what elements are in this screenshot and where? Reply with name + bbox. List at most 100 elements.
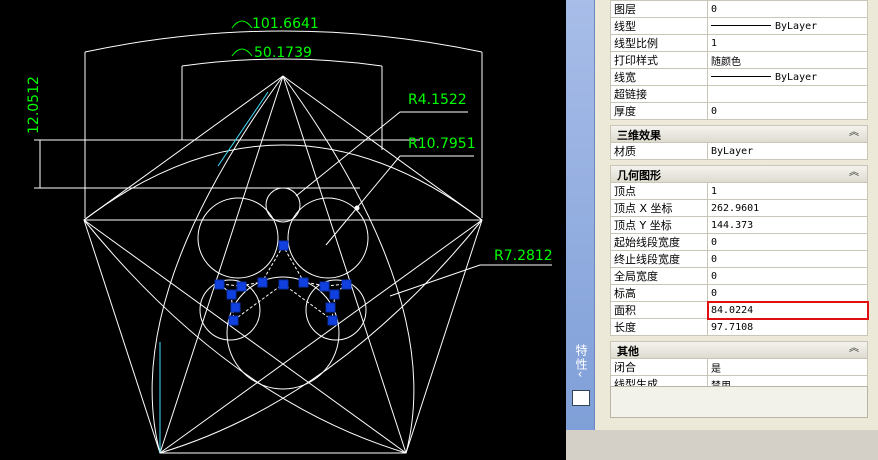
- property-value[interactable]: 随颜色: [707, 51, 868, 69]
- general-properties-table: 图层 0 线型 ByLayer 线型比例 1 打印样式 随颜色 线宽 ByLayer 超链接 厚度 0: [610, 0, 868, 120]
- property-row[interactable]: 长度 97.7108: [610, 318, 868, 336]
- grip: [325, 302, 336, 313]
- property-key: 标高: [610, 284, 708, 302]
- dim-text-r-medium: R7.2812: [494, 248, 553, 264]
- outer-pentagon: [83, 75, 483, 454]
- arc-curve: [282, 75, 415, 454]
- section-header-3d[interactable]: 三维效果 ︽: [610, 125, 868, 142]
- grip: [236, 281, 247, 292]
- property-value[interactable]: 0: [707, 102, 868, 120]
- collapse-chevron-icon[interactable]: ︽: [847, 166, 861, 180]
- dim-text-r-small: R4.1522: [408, 92, 467, 108]
- property-key: 厚度: [610, 102, 708, 120]
- section-header-misc[interactable]: 其他 ︽: [610, 341, 868, 358]
- property-value[interactable]: [707, 85, 868, 103]
- property-value[interactable]: 97.7108: [707, 318, 868, 336]
- area-value-highlighted[interactable]: 84.0224: [706, 300, 869, 320]
- property-key: 顶点: [610, 182, 708, 200]
- property-value[interactable]: ByLayer: [707, 142, 868, 160]
- drawing-canvas[interactable]: 101.6641 50.1739 12.0512 R4.1522 R10.795…: [0, 0, 566, 460]
- property-key: 线宽: [610, 68, 708, 86]
- property-row[interactable]: 顶点 1: [610, 182, 868, 200]
- property-row[interactable]: 起始线段宽度 0: [610, 233, 868, 251]
- cad-drawing[interactable]: 101.6641 50.1739 12.0512 R4.1522 R10.795…: [0, 0, 566, 460]
- leader-r-medium: [389, 264, 552, 297]
- palette-title-bar[interactable]: 特性 ‹: [566, 0, 595, 430]
- property-row[interactable]: 线型 ByLayer: [610, 17, 868, 35]
- property-value[interactable]: 0: [707, 233, 868, 251]
- property-value[interactable]: 0: [707, 267, 868, 285]
- grip: [327, 315, 338, 326]
- dim-text-r-large: R10.7951: [408, 136, 476, 152]
- property-value-text: ByLayer: [775, 71, 818, 83]
- grip: [329, 289, 340, 300]
- property-row[interactable]: 顶点 X 坐标 262.9601: [610, 199, 868, 217]
- property-row[interactable]: 材质 ByLayer: [610, 142, 868, 160]
- grip: [228, 315, 239, 326]
- geometry-properties-table: 顶点 1 顶点 X 坐标 262.9601 顶点 Y 坐标 144.373 起始线段宽度 0 终…: [610, 182, 869, 336]
- property-key: 顶点 X 坐标: [610, 199, 708, 217]
- property-row[interactable]: 线宽 ByLayer: [610, 68, 868, 86]
- property-key: 闭合: [610, 358, 708, 376]
- linetype-preview: [711, 76, 771, 77]
- upper-left-circle: [197, 197, 279, 279]
- property-value[interactable]: ByLayer: [707, 68, 868, 86]
- section-header-geometry[interactable]: 几何图形 ︽: [610, 165, 868, 182]
- grip: [257, 277, 268, 288]
- property-row[interactable]: 标高 0: [610, 284, 868, 302]
- property-row[interactable]: 打印样式 随颜色: [610, 51, 868, 69]
- property-key: 全局宽度: [610, 267, 708, 285]
- leader-dot: [354, 205, 360, 211]
- property-value[interactable]: 262.9601: [707, 199, 868, 217]
- property-key: 面积: [610, 301, 708, 319]
- property-value[interactable]: 是: [707, 358, 868, 376]
- property-key: 线型比例: [610, 34, 708, 52]
- section-title-3d: 三维效果: [617, 129, 661, 142]
- leader-r-large: [325, 155, 474, 246]
- top-small-circle: [265, 187, 301, 223]
- grip: [226, 289, 237, 300]
- property-row[interactable]: 面积 84.0224: [610, 300, 869, 320]
- property-row[interactable]: 顶点 Y 坐标 144.373: [610, 216, 868, 234]
- property-key: 长度: [610, 318, 708, 336]
- properties-grid: 图层 0 线型 ByLayer 线型比例 1 打印样式 随颜色 线宽 ByLayer 超链接 厚度 0 …: [610, 0, 869, 393]
- property-row[interactable]: 全局宽度 0: [610, 267, 868, 285]
- star-line: [282, 75, 407, 454]
- property-row[interactable]: 超链接: [610, 85, 868, 103]
- property-key: 图层: [610, 0, 708, 18]
- property-value[interactable]: ByLayer: [707, 17, 868, 35]
- bottom-strip: [566, 430, 878, 460]
- property-key: 终止线段宽度: [610, 250, 708, 268]
- property-key: 线型: [610, 17, 708, 35]
- property-row[interactable]: 终止线段宽度 0: [610, 250, 868, 268]
- properties-icon[interactable]: [572, 390, 590, 406]
- grip: [341, 279, 352, 290]
- arc-curve: [151, 75, 284, 454]
- collapse-chevron-icon[interactable]: ︽: [847, 126, 861, 140]
- collapse-icon[interactable]: ‹: [573, 368, 587, 380]
- grip: [278, 279, 289, 290]
- property-row[interactable]: 闭合是: [610, 358, 868, 376]
- properties-palette: 特性 ‹ 图层 0 线型 ByLayer 线型比例 1 打印样式 随颜色 线宽 ByLayer 超链…: [566, 0, 878, 460]
- property-value[interactable]: 144.373: [707, 216, 868, 234]
- linetype-preview: [711, 25, 771, 26]
- property-value[interactable]: 1: [707, 34, 868, 52]
- property-value[interactable]: 0: [707, 250, 868, 268]
- property-value[interactable]: 0: [707, 0, 868, 18]
- dim-text-vertical: 12.0512: [26, 76, 42, 134]
- section-title-misc: 其他: [617, 345, 639, 358]
- dim-text-inner: 50.1739: [254, 45, 312, 61]
- property-row[interactable]: 线型比例 1: [610, 34, 868, 52]
- cyan-guide: [217, 91, 269, 167]
- property-value[interactable]: 1: [707, 182, 868, 200]
- property-row[interactable]: 图层 0: [610, 0, 868, 18]
- property-value[interactable]: 0: [707, 284, 868, 302]
- description-box: [610, 386, 868, 418]
- collapse-chevron-icon[interactable]: ︽: [847, 342, 861, 356]
- property-row[interactable]: 厚度 0: [610, 102, 868, 120]
- section-title-geometry: 几何图形: [617, 169, 661, 182]
- grip: [319, 281, 330, 292]
- property-key: 顶点 Y 坐标: [610, 216, 708, 234]
- dim-arc-outer-symbol: [231, 20, 253, 57]
- dim-text-outer: 101.6641: [252, 16, 319, 32]
